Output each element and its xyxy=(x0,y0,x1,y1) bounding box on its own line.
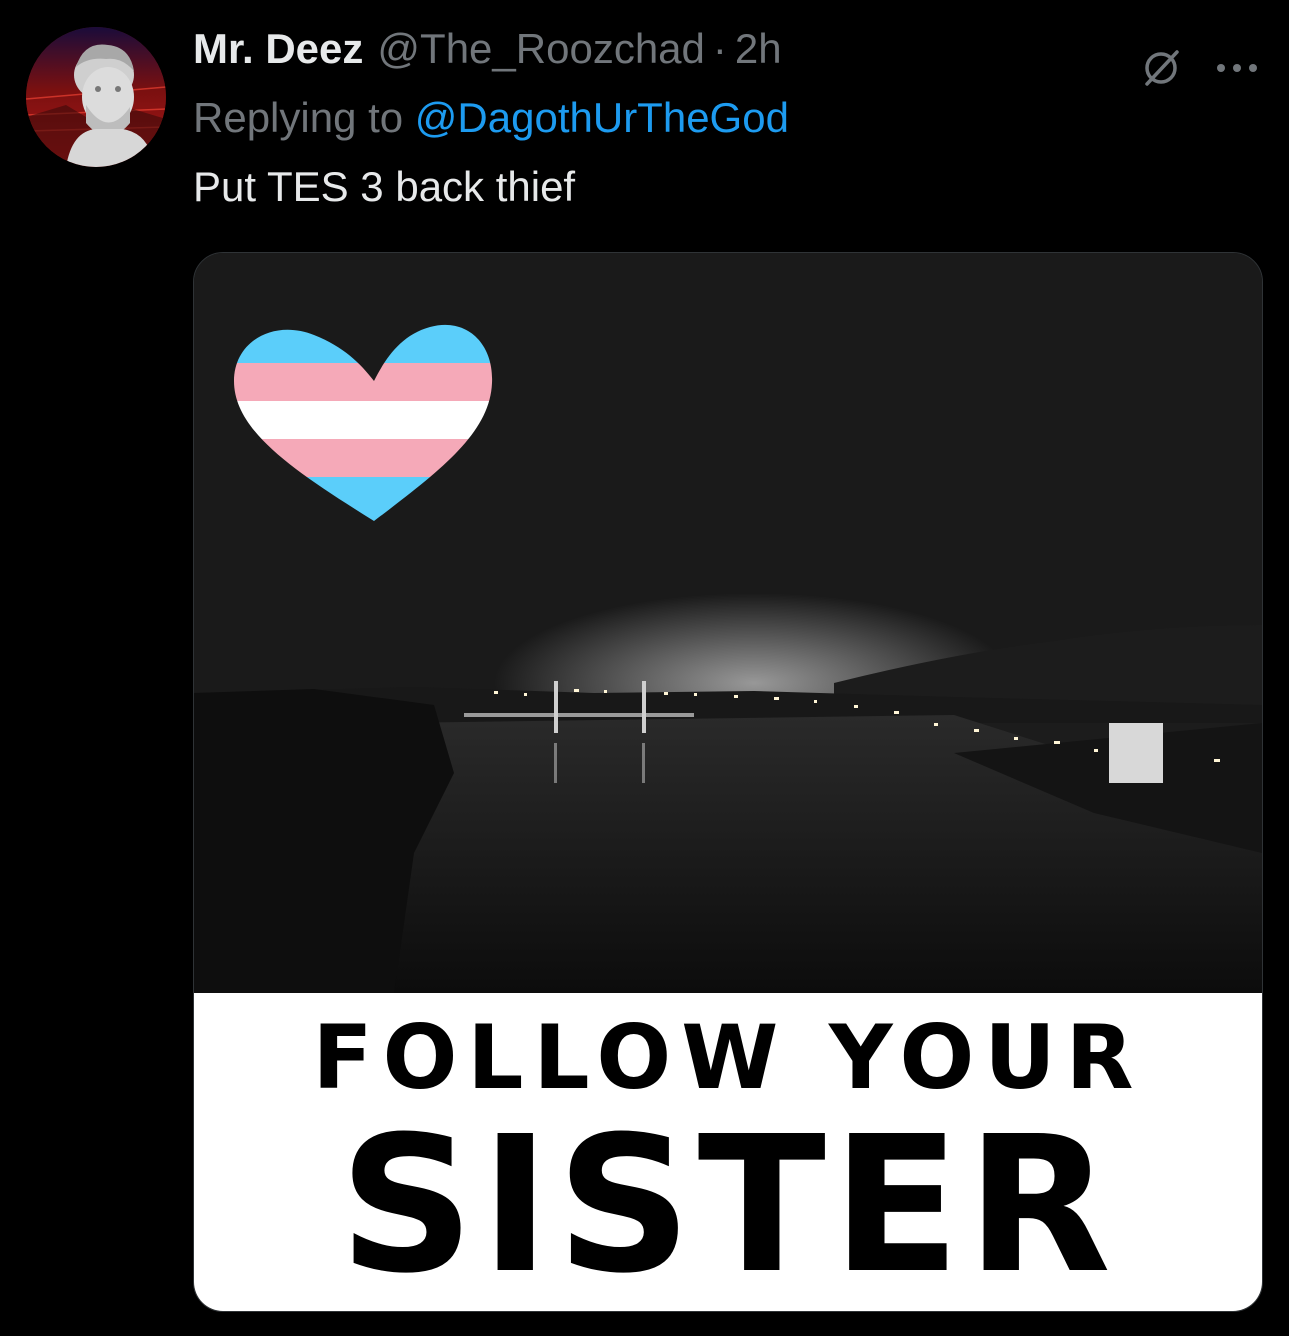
tweet-header: Mr. Deez @The_Roozchad · 2h xyxy=(193,22,1261,76)
tweet-header-actions xyxy=(1139,46,1261,95)
more-options-icon[interactable] xyxy=(1213,61,1261,80)
river-landscape-image xyxy=(194,324,1262,993)
author-display-name[interactable]: Mr. Deez xyxy=(193,22,363,76)
image-caption-panel: FOLLOW YOUR SISTER xyxy=(194,993,1262,1311)
tweet[interactable]: Mr. Deez @The_Roozchad · 2h Replying to … xyxy=(0,0,1289,1336)
tweet-media[interactable]: FOLLOW YOUR SISTER xyxy=(193,252,1263,1312)
replying-to-handle[interactable]: @DagothUrTheGod xyxy=(415,94,789,141)
avatar[interactable] xyxy=(26,27,166,167)
tweet-content: Mr. Deez @The_Roozchad · 2h Replying to … xyxy=(193,22,1261,214)
trans-flag-heart xyxy=(234,324,493,521)
replying-to: Replying to @DagothUrTheGod xyxy=(193,90,1261,146)
grok-slash-icon[interactable] xyxy=(1139,46,1183,95)
statue-bust-avatar-icon xyxy=(26,27,166,167)
author-handle[interactable]: @The_Roozchad xyxy=(377,22,705,76)
caption-line-sister: SISTER xyxy=(338,1096,1118,1312)
replying-prefix: Replying to xyxy=(193,94,404,141)
night-river-photo xyxy=(194,253,1262,993)
separator-dot: · xyxy=(712,25,727,72)
tweet-time[interactable]: 2h xyxy=(735,22,782,76)
tweet-text: Put TES 3 back thief xyxy=(193,163,576,210)
